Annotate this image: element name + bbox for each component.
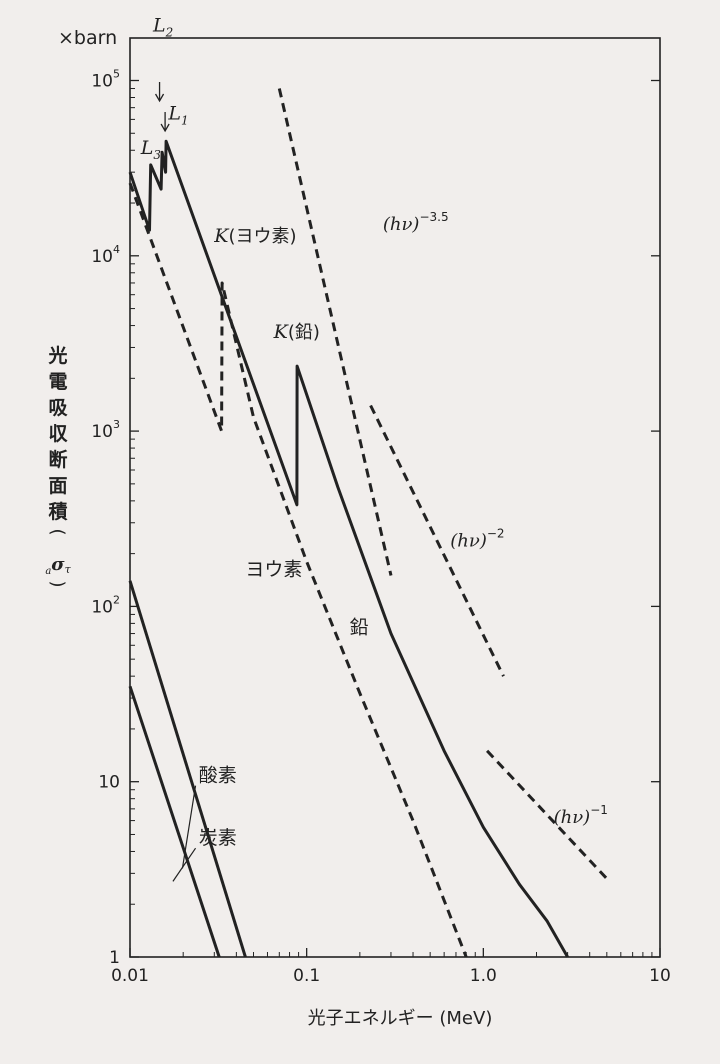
annotation-L2: L2 bbox=[152, 15, 173, 40]
y-label-paren: ( bbox=[47, 528, 68, 535]
y-label-symbol: aστ bbox=[45, 554, 71, 577]
annotation-iodine-label: ヨウ素 bbox=[245, 559, 302, 581]
x-tick-label: 1.0 bbox=[470, 966, 497, 986]
oxygen-leader bbox=[181, 785, 197, 869]
annotation-K-lead: K(鉛) bbox=[273, 321, 320, 343]
annotation-lead-label: 鉛 bbox=[350, 617, 369, 639]
annotation-slope-3.5: (hν)−3.5 bbox=[383, 210, 449, 235]
x-tick-label: 10 bbox=[649, 966, 671, 986]
y-tick-label: 105 bbox=[91, 68, 120, 92]
x-axis: 0.01 0.1 1.0 10 bbox=[111, 948, 671, 986]
y-label-char: 電 bbox=[48, 371, 67, 393]
y-tick-label: 10 bbox=[98, 773, 120, 793]
x-tick-label: 0.01 bbox=[111, 966, 149, 986]
annotation-slope-1: (hν)−1 bbox=[554, 803, 608, 828]
y-axis: 1 10 102 103 104 105 bbox=[91, 68, 660, 968]
annotation-L1: L1 bbox=[167, 102, 188, 127]
y-tick-label: 103 bbox=[91, 418, 120, 442]
photoabsorption-chart: 1 10 102 103 104 105 0.01 0.1 1.0 10 光子エネルギー (MeV)… bbox=[45, 15, 671, 1029]
annotation-K-iodine: K(ヨウ素) bbox=[213, 225, 296, 247]
y-unit-label: ×barn bbox=[58, 27, 117, 49]
annotation-slope-2: (hν)−2 bbox=[450, 526, 504, 551]
annotation-carbon-label: 炭素 bbox=[199, 827, 237, 849]
y-tick-label: 104 bbox=[91, 243, 120, 267]
y-tick-label: 102 bbox=[91, 593, 120, 617]
series-line bbox=[128, 139, 569, 958]
y-label-char: 吸 bbox=[48, 397, 68, 419]
y-label-char: 積 bbox=[48, 500, 67, 523]
y-tick-label: 1 bbox=[109, 948, 120, 968]
y-label-char: 面 bbox=[48, 475, 67, 497]
y-label-char: 光 bbox=[47, 344, 67, 367]
y-label-char: 断 bbox=[48, 448, 67, 471]
x-axis-label: 光子エネルギー (MeV) bbox=[308, 1008, 493, 1029]
annotation-L3: L3 bbox=[140, 137, 162, 162]
annotations: L1 L2 L3 K(ヨウ素) K(鉛) ヨウ素鉛酸素炭素 (hν)−3.5 (hν)−2 (h… bbox=[140, 15, 608, 850]
y-label-char: 収 bbox=[48, 423, 68, 445]
y-label-paren: ) bbox=[47, 580, 68, 587]
y-axis-label: 光電吸収断面積 ( aστ) bbox=[45, 344, 71, 588]
x-tick-label: 0.1 bbox=[293, 966, 320, 986]
annotation-oxygen-label: 酸素 bbox=[199, 765, 237, 787]
chart-root: 1 10 102 103 104 105 0.01 0.1 1.0 10 光子エネルギー (MeV)… bbox=[0, 0, 720, 1064]
